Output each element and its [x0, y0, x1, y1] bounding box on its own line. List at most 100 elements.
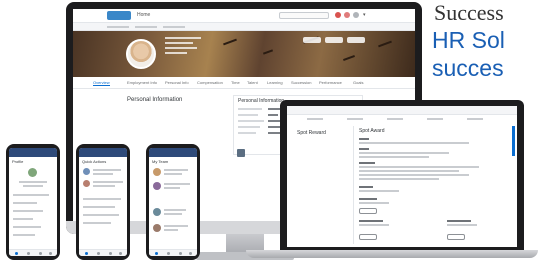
tab-personal-info[interactable]: Personal Info: [165, 80, 189, 85]
list-item[interactable]: [83, 214, 119, 216]
sub-nav-item[interactable]: [107, 26, 129, 28]
tab-overview[interactable]: Overview: [93, 80, 110, 86]
list-item[interactable]: [83, 222, 111, 224]
tab-compensation[interactable]: Compensation: [197, 80, 223, 85]
people-icon[interactable]: [27, 252, 30, 255]
list-text: [93, 181, 123, 183]
company-logo[interactable]: [107, 11, 131, 20]
avatar[interactable]: [153, 208, 161, 216]
list-item[interactable]: [13, 218, 33, 220]
submit-button[interactable]: [359, 208, 377, 214]
laptop-tab[interactable]: [307, 118, 323, 120]
save-button[interactable]: [447, 234, 465, 240]
form-label: [359, 138, 369, 140]
sub-nav-item[interactable]: [163, 26, 185, 28]
form-label: [359, 186, 373, 188]
employee-chip-icon[interactable]: [237, 149, 245, 157]
menu-icon[interactable]: [49, 252, 52, 255]
employee-title: [165, 42, 193, 44]
form-text: [359, 166, 479, 168]
list-text: [164, 229, 178, 231]
sub-nav-item[interactable]: [135, 26, 157, 28]
list-text: [164, 173, 182, 175]
action-button[interactable]: [325, 37, 343, 43]
bell-icon[interactable]: [179, 252, 182, 255]
menu-icon[interactable]: [119, 252, 122, 255]
phone-3: My Team: [146, 144, 200, 260]
banner-art: [343, 55, 355, 61]
list-text: [164, 183, 190, 185]
list-item[interactable]: [13, 234, 35, 236]
menu-icon[interactable]: [189, 252, 192, 255]
list-item[interactable]: [13, 194, 49, 196]
form-text: [359, 156, 429, 158]
tab-learning[interactable]: Learning: [267, 80, 283, 85]
tab-succession[interactable]: Succession: [291, 80, 311, 85]
phone-1-screen: Profile: [9, 148, 57, 256]
search-input[interactable]: [279, 12, 329, 19]
promo-line-3: succes: [432, 55, 504, 81]
phone-header: [149, 148, 197, 157]
cancel-button[interactable]: [359, 234, 377, 240]
tab-performance[interactable]: Performance: [319, 80, 342, 85]
form-text: [359, 174, 469, 176]
tab-talent[interactable]: Talent: [247, 80, 258, 85]
avatar[interactable]: [83, 168, 90, 175]
bell-icon[interactable]: [39, 252, 42, 255]
action-button[interactable]: [347, 37, 365, 43]
phone-tab-bar: [9, 249, 57, 256]
list-item[interactable]: [13, 210, 43, 212]
people-icon[interactable]: [97, 252, 100, 255]
banner-art: [378, 40, 392, 48]
avatar[interactable]: [153, 168, 161, 176]
laptop-scrollbar[interactable]: [512, 126, 515, 156]
phone-title: My Team: [152, 159, 169, 164]
form-label: [359, 198, 377, 200]
tab-employment-info[interactable]: Employment Info: [127, 80, 157, 85]
list-item[interactable]: [13, 202, 37, 204]
phone-header: [9, 148, 57, 157]
employee-name: [165, 37, 201, 39]
avatar[interactable]: [153, 182, 161, 190]
home-icon[interactable]: [155, 252, 158, 255]
laptop-tab[interactable]: [467, 118, 483, 120]
action-button[interactable]: [303, 37, 321, 43]
laptop-left-title: Spot Reward: [297, 130, 326, 136]
avatar[interactable]: [28, 168, 37, 177]
chat-icon[interactable]: [344, 12, 350, 18]
list-text: [164, 187, 180, 189]
field-value: [268, 132, 280, 134]
laptop-tab[interactable]: [427, 118, 443, 120]
laptop-tab[interactable]: [347, 118, 363, 120]
bell-icon[interactable]: [109, 252, 112, 255]
profile-header-banner: [73, 31, 415, 77]
spot-award-title: Spot Award: [359, 128, 385, 134]
user-menu[interactable]: ▾: [363, 12, 366, 18]
list-item[interactable]: [83, 198, 121, 200]
field-value: [268, 126, 280, 128]
avatar[interactable]: [153, 224, 161, 232]
form-label: [447, 220, 471, 222]
phone-2: Quick Actions: [76, 144, 130, 260]
tab-time[interactable]: Time: [231, 80, 240, 85]
form-label: [359, 148, 369, 150]
tab-goals[interactable]: Goals: [353, 80, 363, 85]
list-item[interactable]: [83, 206, 115, 208]
laptop-tab[interactable]: [387, 118, 403, 120]
home-icon[interactable]: [15, 252, 18, 255]
home-icon[interactable]: [85, 252, 88, 255]
list-item[interactable]: [13, 226, 41, 228]
list-text: [19, 181, 47, 183]
field-value: [268, 114, 278, 116]
profile-avatar[interactable]: [126, 39, 156, 69]
profile-tabs: Overview Employment Info Personal Info C…: [73, 77, 415, 89]
laptop-screen: Spot Reward Spot Award: [287, 106, 517, 247]
list-text: [164, 225, 188, 227]
notification-icon[interactable]: [335, 12, 341, 18]
home-menu[interactable]: Home: [137, 12, 150, 18]
avatar[interactable]: [83, 180, 90, 187]
form-text: [359, 152, 449, 154]
people-icon[interactable]: [167, 252, 170, 255]
help-icon[interactable]: [353, 12, 359, 18]
field-label: [238, 132, 256, 134]
